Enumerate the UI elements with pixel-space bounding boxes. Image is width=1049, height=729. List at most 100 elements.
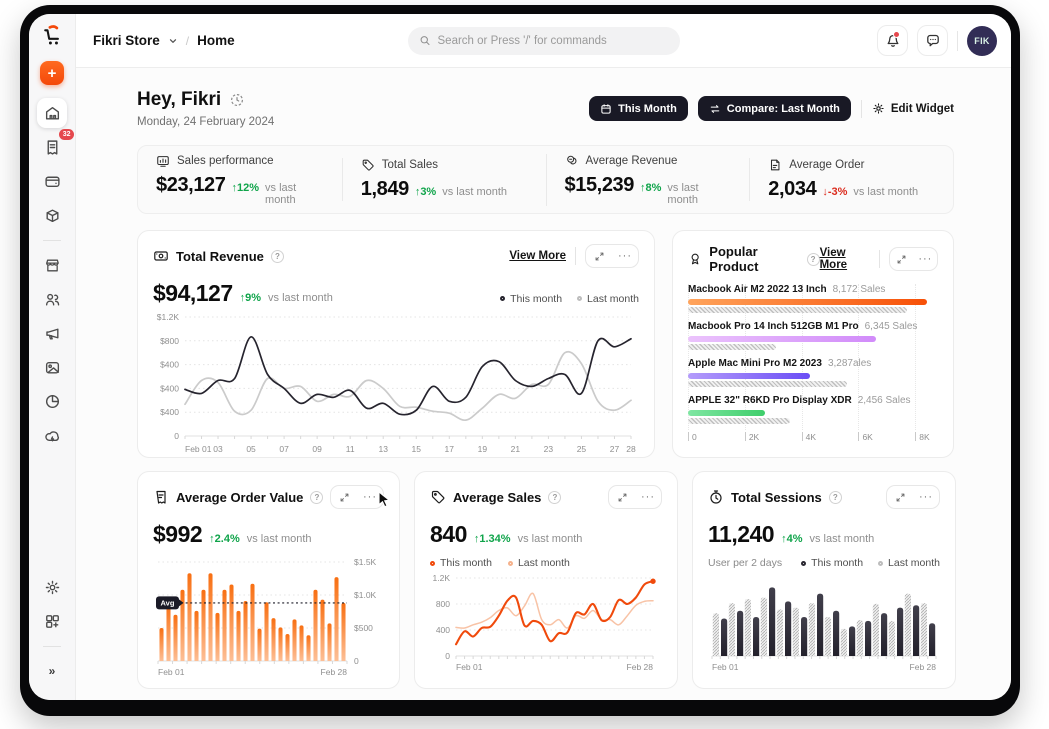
- kpi-delta: ↑8%: [640, 182, 661, 194]
- breadcrumb-page[interactable]: Home: [197, 33, 235, 48]
- search-bar[interactable]: [408, 27, 680, 55]
- this-month-bar: [688, 373, 810, 379]
- kpi-value: 1,849: [361, 178, 409, 201]
- messages-button[interactable]: [917, 25, 948, 56]
- avatar[interactable]: FIK: [967, 26, 997, 56]
- sidebar-item-apps[interactable]: [37, 606, 67, 636]
- product-row[interactable]: Apple Mac Mini Pro M2 20233,287ales: [688, 358, 938, 387]
- expand-button[interactable]: [331, 486, 357, 508]
- svg-text:11: 11: [346, 444, 355, 454]
- sidebar-item-settings[interactable]: [37, 572, 67, 602]
- more-options-button[interactable]: ···: [914, 248, 937, 270]
- history-clock-icon[interactable]: [230, 93, 244, 107]
- more-options-button[interactable]: ···: [357, 486, 383, 508]
- topbar-actions: FIK: [877, 25, 997, 56]
- help-icon[interactable]: ?: [271, 250, 284, 263]
- expand-button[interactable]: [609, 486, 635, 508]
- edit-widget-button[interactable]: Edit Widget: [872, 102, 954, 115]
- calendar-icon: [600, 103, 612, 115]
- brand-logo-icon: [40, 23, 65, 48]
- help-icon[interactable]: ?: [548, 491, 561, 504]
- aov-chart: $1.5K$1.0K$5000Feb 01Feb 28Avg: [153, 554, 384, 678]
- sidebar-item-integrations[interactable]: [37, 420, 67, 450]
- sidebar-item-orders[interactable]: 32: [37, 132, 67, 162]
- compare-arrows-icon: [709, 103, 721, 115]
- view-more-link[interactable]: View More: [509, 250, 566, 262]
- expand-button[interactable]: [586, 245, 612, 267]
- kpi-total-sales: Total Sales 1,849 ↑3% vs last month: [342, 158, 546, 201]
- avg-sales-delta: ↑1.34%: [474, 533, 511, 545]
- page-title: Hey, Fikri: [137, 89, 221, 111]
- compare-button[interactable]: Compare: Last Month: [698, 96, 851, 121]
- add-button[interactable]: +: [40, 61, 64, 85]
- svg-text:800: 800: [436, 599, 450, 609]
- sidebar-item-analytics[interactable]: [37, 386, 67, 416]
- svg-text:15: 15: [412, 444, 422, 454]
- image-icon: [44, 359, 61, 376]
- svg-text:400: 400: [436, 625, 450, 635]
- view-more-link[interactable]: View More: [820, 247, 871, 271]
- kpi-value: 2,034: [768, 178, 816, 201]
- this-month-button[interactable]: This Month: [589, 96, 688, 121]
- tag-icon: [361, 158, 375, 172]
- help-icon[interactable]: ?: [829, 491, 842, 504]
- users-icon: [44, 291, 61, 308]
- card-actions: ···: [608, 485, 662, 509]
- sidebar-collapse-button[interactable]: »: [37, 656, 67, 686]
- sidebar-item-customers[interactable]: [37, 284, 67, 314]
- sidebar-item-wallet[interactable]: [37, 166, 67, 196]
- help-icon[interactable]: ?: [310, 491, 323, 504]
- pie-chart-icon: [44, 393, 61, 410]
- sidebar-item-store[interactable]: [37, 250, 67, 280]
- more-options-button[interactable]: ···: [635, 486, 661, 508]
- breadcrumb: Fikri Store / Home: [93, 33, 235, 48]
- kpi-delta: ↑12%: [232, 182, 260, 194]
- sidebar-item-home[interactable]: [37, 98, 67, 128]
- sidebar-item-marketing[interactable]: [37, 318, 67, 348]
- store-switcher[interactable]: Fikri Store: [93, 33, 160, 48]
- order-file-icon: [768, 158, 782, 172]
- avg-sales-legend: This month Last month: [430, 557, 662, 569]
- sidebar-bottom: »: [37, 572, 67, 690]
- storefront-icon: [44, 257, 61, 274]
- kpi-delta: ↓-3%: [822, 186, 847, 198]
- svg-text:0: 0: [354, 656, 359, 666]
- product-sales: 6,345 Sales: [865, 321, 918, 332]
- svg-text:Feb 01: Feb 01: [158, 667, 185, 677]
- wallet-icon: [44, 173, 61, 190]
- more-options-button[interactable]: ···: [913, 486, 939, 508]
- help-icon[interactable]: ?: [807, 253, 820, 266]
- card-title: Total Sessions: [731, 490, 822, 505]
- sidebar-item-products[interactable]: [37, 200, 67, 230]
- sales-performance-icon: [156, 154, 170, 168]
- svg-text:Feb 28: Feb 28: [627, 662, 654, 672]
- svg-text:27: 27: [610, 444, 620, 454]
- kpi-average-order: Average Order 2,034 ↓-3% vs last month: [749, 158, 953, 201]
- sidebar-item-media[interactable]: [37, 352, 67, 382]
- svg-text:Avg: Avg: [161, 599, 175, 608]
- svg-text:17: 17: [445, 444, 455, 454]
- search-input[interactable]: [438, 35, 669, 47]
- expand-button[interactable]: [890, 248, 913, 270]
- product-row[interactable]: APPLE 32" R6KD Pro Display XDR2,456 Sale…: [688, 395, 938, 424]
- svg-text:03: 03: [213, 444, 223, 454]
- package-icon: [44, 207, 61, 224]
- product-name: Apple Mac Mini Pro M2 2023: [688, 358, 822, 369]
- header-actions: This Month Compare: Last Month Edit Widg…: [589, 96, 954, 121]
- product-row[interactable]: Macbook Air M2 2022 13 Inch8,172 Sales: [688, 284, 938, 313]
- avg-sales-value: 840: [430, 521, 467, 548]
- chevron-down-icon[interactable]: [168, 36, 178, 46]
- svg-text:Feb 28: Feb 28: [910, 662, 937, 672]
- greeting-block: Hey, Fikri Monday, 24 February 2024: [137, 89, 274, 128]
- expand-icon: [896, 254, 907, 265]
- notifications-button[interactable]: [877, 25, 908, 56]
- svg-text:$800: $800: [160, 336, 179, 346]
- expand-button[interactable]: [887, 486, 913, 508]
- product-name: Macbook Pro 14 Inch 512GB M1 Pro: [688, 321, 859, 332]
- banknote-icon: [153, 248, 169, 264]
- more-options-button[interactable]: ···: [612, 245, 638, 267]
- sessions-sub-row: User per 2 days This month Last month: [708, 557, 940, 569]
- card-title: Average Sales: [453, 490, 541, 505]
- card-title: Total Revenue: [176, 249, 264, 264]
- product-row[interactable]: Macbook Pro 14 Inch 512GB M1 Pro 6,345 Sa…: [688, 321, 938, 350]
